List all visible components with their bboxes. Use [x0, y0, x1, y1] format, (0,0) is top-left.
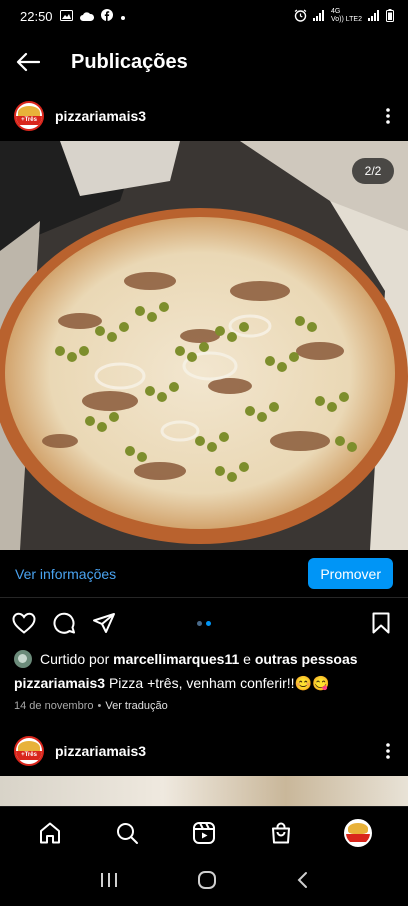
meta-separator: • [97, 700, 102, 712]
heart-icon [12, 612, 36, 634]
carousel-dot-active [206, 621, 211, 626]
caption: pizzariamais3 Pizza +três, venham confer… [14, 675, 329, 692]
cloud-icon [79, 9, 94, 24]
gallery-icon [59, 9, 73, 24]
arrow-left-icon [16, 52, 40, 72]
nav-search[interactable] [105, 811, 149, 855]
shopping-bag-icon [271, 822, 290, 843]
post-header: +Três pizzariamais3 [0, 92, 408, 140]
status-bar: 22:50 4G Vo)) LTE2 [0, 0, 408, 32]
image-counter: 2/2 [352, 158, 394, 184]
page-title: Publicações [71, 50, 188, 73]
post-meta: 14 de novembro • Ver tradução [14, 700, 168, 712]
caption-text: Pizza +três, venham conferir!!😊😋 [108, 675, 330, 691]
home-button[interactable] [197, 870, 217, 895]
pizza-photo [0, 141, 408, 550]
share-button[interactable] [92, 606, 132, 640]
back-button[interactable] [0, 38, 56, 86]
more-vertical-icon [386, 743, 390, 759]
nav-reels[interactable] [182, 811, 226, 855]
chevron-left-icon [297, 871, 308, 888]
signal-icon [313, 9, 325, 23]
insights-row: Ver informações Promover [0, 550, 408, 598]
post-image[interactable]: 2/2 [0, 141, 408, 550]
save-button[interactable] [366, 612, 396, 634]
view-insights-link[interactable]: Ver informações [15, 566, 116, 582]
promote-button[interactable]: Promover [308, 558, 393, 589]
post-date: 14 de novembro [14, 700, 94, 712]
avatar-logo-text: +Três [16, 116, 42, 125]
search-icon [117, 822, 139, 844]
recent-apps-icon [100, 872, 117, 887]
network-gen: 4G [331, 8, 341, 15]
recent-apps-button[interactable] [100, 872, 118, 893]
carousel-indicator [197, 621, 211, 626]
liker-avatar [14, 650, 32, 668]
signal-icon [368, 9, 380, 23]
network-label: 4G Vo)) LTE2 [331, 8, 362, 24]
profile-avatar [343, 818, 372, 847]
avatar[interactable]: +Três [14, 736, 44, 766]
reels-icon [192, 821, 215, 844]
more-options-button[interactable] [368, 96, 408, 136]
system-nav-bar [0, 858, 408, 906]
nav-home[interactable] [28, 811, 72, 855]
avatar[interactable]: +Três [14, 101, 44, 131]
network-type: Vo)) LTE2 [331, 16, 362, 23]
caption-username[interactable]: pizzariamais3 [14, 675, 105, 691]
home-icon [40, 822, 61, 843]
dot-icon [120, 9, 126, 24]
comment-icon [53, 612, 75, 634]
bottom-nav [0, 806, 408, 858]
next-post-image[interactable] [0, 776, 408, 806]
app-header: Publicações [0, 38, 408, 86]
facebook-icon [100, 8, 113, 24]
battery-icon [386, 8, 394, 24]
post-username[interactable]: pizzariamais3 [55, 743, 146, 759]
home-circle-icon [197, 870, 216, 889]
comment-button[interactable] [52, 606, 92, 640]
liked-by-user[interactable]: marcellimarques11 [113, 651, 239, 667]
avatar-logo-text: +Três [16, 751, 42, 760]
alarm-icon [294, 8, 307, 24]
more-options-button[interactable] [368, 731, 408, 771]
more-vertical-icon [386, 108, 390, 124]
liked-by-conj: e [243, 651, 251, 667]
liked-by-prefix: Curtido por [40, 651, 110, 667]
post-username[interactable]: pizzariamais3 [55, 108, 146, 124]
nav-profile[interactable] [336, 811, 380, 855]
translate-link[interactable]: Ver tradução [105, 700, 167, 712]
send-icon [93, 613, 115, 633]
carousel-dot [197, 621, 202, 626]
nav-shop[interactable] [259, 811, 303, 855]
back-system-button[interactable] [296, 871, 308, 894]
liked-by[interactable]: Curtido por marcellimarques11 e outras p… [14, 650, 358, 668]
clock: 22:50 [20, 8, 53, 24]
next-post-header: +Três pizzariamais3 [0, 727, 408, 775]
bookmark-icon [372, 612, 390, 634]
liked-by-others[interactable]: outras pessoas [255, 651, 358, 667]
like-button[interactable] [12, 606, 52, 640]
post-actions [0, 606, 408, 640]
